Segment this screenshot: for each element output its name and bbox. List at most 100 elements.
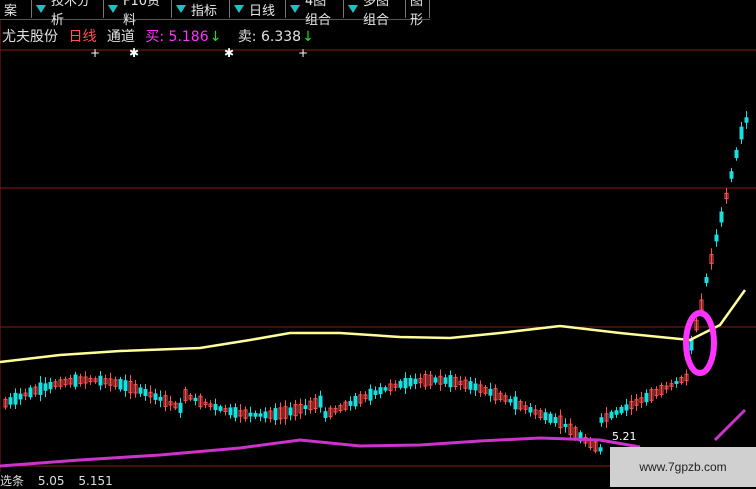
- tab-label: 日线: [249, 3, 276, 19]
- signal-markers: + ✱ ✱ +: [90, 46, 308, 60]
- lower-channel-line-right: [713, 408, 747, 442]
- sell-readout: 卖: 6.338↓: [238, 29, 320, 45]
- signal-marker: +: [90, 46, 100, 60]
- candles: [3, 111, 749, 455]
- tab-1[interactable]: 技术分析: [32, 0, 104, 28]
- candle-body: [248, 412, 253, 417]
- candle-body: [158, 396, 163, 401]
- kline-chart[interactable]: + ✱ ✱ +: [0, 0, 756, 487]
- candle-body: [609, 411, 614, 419]
- tab-2[interactable]: F10资料: [104, 0, 172, 28]
- candle-body: [123, 380, 128, 391]
- candle-body: [253, 413, 258, 417]
- candle-body: [138, 387, 143, 394]
- candle-body: [448, 375, 453, 388]
- sell-label: 卖:: [237, 29, 257, 45]
- tab-label: 案: [4, 3, 18, 19]
- lower-channel-line: [0, 436, 641, 468]
- candle-body: [468, 381, 473, 390]
- candle-body: [563, 423, 568, 427]
- candle-body: [73, 374, 78, 387]
- candle-body: [348, 401, 353, 406]
- grid: [0, 20, 756, 472]
- candle-body: [614, 410, 619, 415]
- candle-body: [383, 387, 388, 391]
- dropdown-arrow-icon: [108, 5, 118, 13]
- dropdown-arrow-icon: [176, 5, 186, 13]
- bottom-value-2: 5.151: [78, 474, 113, 488]
- tab-6[interactable]: 多图组合: [344, 0, 406, 28]
- candle-body: [714, 234, 719, 242]
- candle-body: [263, 411, 268, 419]
- candle-body: [729, 171, 734, 179]
- candle-body: [548, 413, 553, 423]
- candle-body: [143, 389, 148, 396]
- buy-label: 买:: [145, 29, 165, 45]
- candle-body: [674, 380, 679, 385]
- signal-marker: ✱: [224, 46, 234, 60]
- candle-body: [353, 395, 358, 407]
- candle-body: [8, 397, 13, 405]
- signal-marker: ✱: [129, 46, 139, 60]
- candle-body: [178, 402, 183, 413]
- candle-body: [599, 417, 604, 423]
- down-arrow-icon: ↓: [302, 29, 314, 45]
- candle-body: [734, 149, 739, 159]
- bottom-value-1: 5.05: [37, 474, 65, 488]
- candle-body: [433, 377, 438, 383]
- candle-body: [258, 413, 263, 417]
- candle-body: [38, 382, 43, 395]
- candle-body: [288, 407, 293, 416]
- candle-body: [739, 126, 744, 140]
- tab-label: 图形: [410, 0, 424, 28]
- bottom-status: 选条 5.05 5.151: [0, 472, 600, 488]
- candle-body: [153, 393, 158, 400]
- tab-3[interactable]: 指标: [172, 0, 230, 19]
- tab-label: 4图组合: [305, 0, 332, 28]
- signal-marker: +: [298, 46, 308, 60]
- info-line: 尤夫股份 日线 通道 买: 5.186↓ 卖: 6.338↓: [2, 26, 326, 46]
- candle-body: [98, 375, 103, 386]
- buy-readout: 买: 5.186↓: [145, 29, 227, 45]
- tab-label: 技术分析: [51, 0, 91, 28]
- candle-body: [378, 387, 383, 395]
- candle-body: [408, 377, 413, 387]
- candle-body: [118, 379, 123, 390]
- candle-body: [233, 407, 238, 418]
- tab-7[interactable]: 图形: [406, 0, 430, 28]
- candle-body: [318, 395, 323, 408]
- tab-5[interactable]: 4图组合: [286, 0, 344, 28]
- candle-body: [689, 339, 694, 351]
- candle-body: [528, 407, 533, 413]
- dropdown-arrow-icon: [234, 5, 244, 13]
- dropdown-arrow-icon: [348, 5, 358, 13]
- candle-body: [624, 404, 629, 411]
- candle-body: [228, 407, 233, 416]
- candle-body: [323, 411, 328, 418]
- indicator-label: 通道: [106, 29, 135, 45]
- tab-0[interactable]: 案: [0, 0, 32, 19]
- candle-body: [373, 390, 378, 395]
- upper-channel-line: [0, 289, 747, 364]
- tab-4[interactable]: 日线: [230, 0, 286, 19]
- candle-body: [218, 406, 223, 411]
- buy-value: 5.186: [168, 29, 209, 45]
- dropdown-arrow-icon: [36, 5, 46, 13]
- candle-body: [43, 383, 48, 391]
- tab-label: F10资料: [123, 0, 161, 28]
- candle-body: [744, 117, 749, 123]
- candle-body: [598, 447, 603, 452]
- candle-body: [619, 406, 624, 414]
- candle-body: [18, 393, 23, 400]
- candle-body: [543, 412, 548, 421]
- candle-body: [443, 377, 448, 384]
- candle-body: [719, 211, 724, 223]
- candle-body: [398, 380, 403, 388]
- candle-body: [13, 392, 18, 405]
- candle-body: [413, 378, 418, 384]
- tab-label: 指标: [191, 3, 218, 19]
- candle-body: [368, 388, 373, 401]
- sell-value: 6.338: [260, 29, 302, 45]
- period-label: 日线: [68, 29, 97, 45]
- candle-body: [28, 387, 33, 398]
